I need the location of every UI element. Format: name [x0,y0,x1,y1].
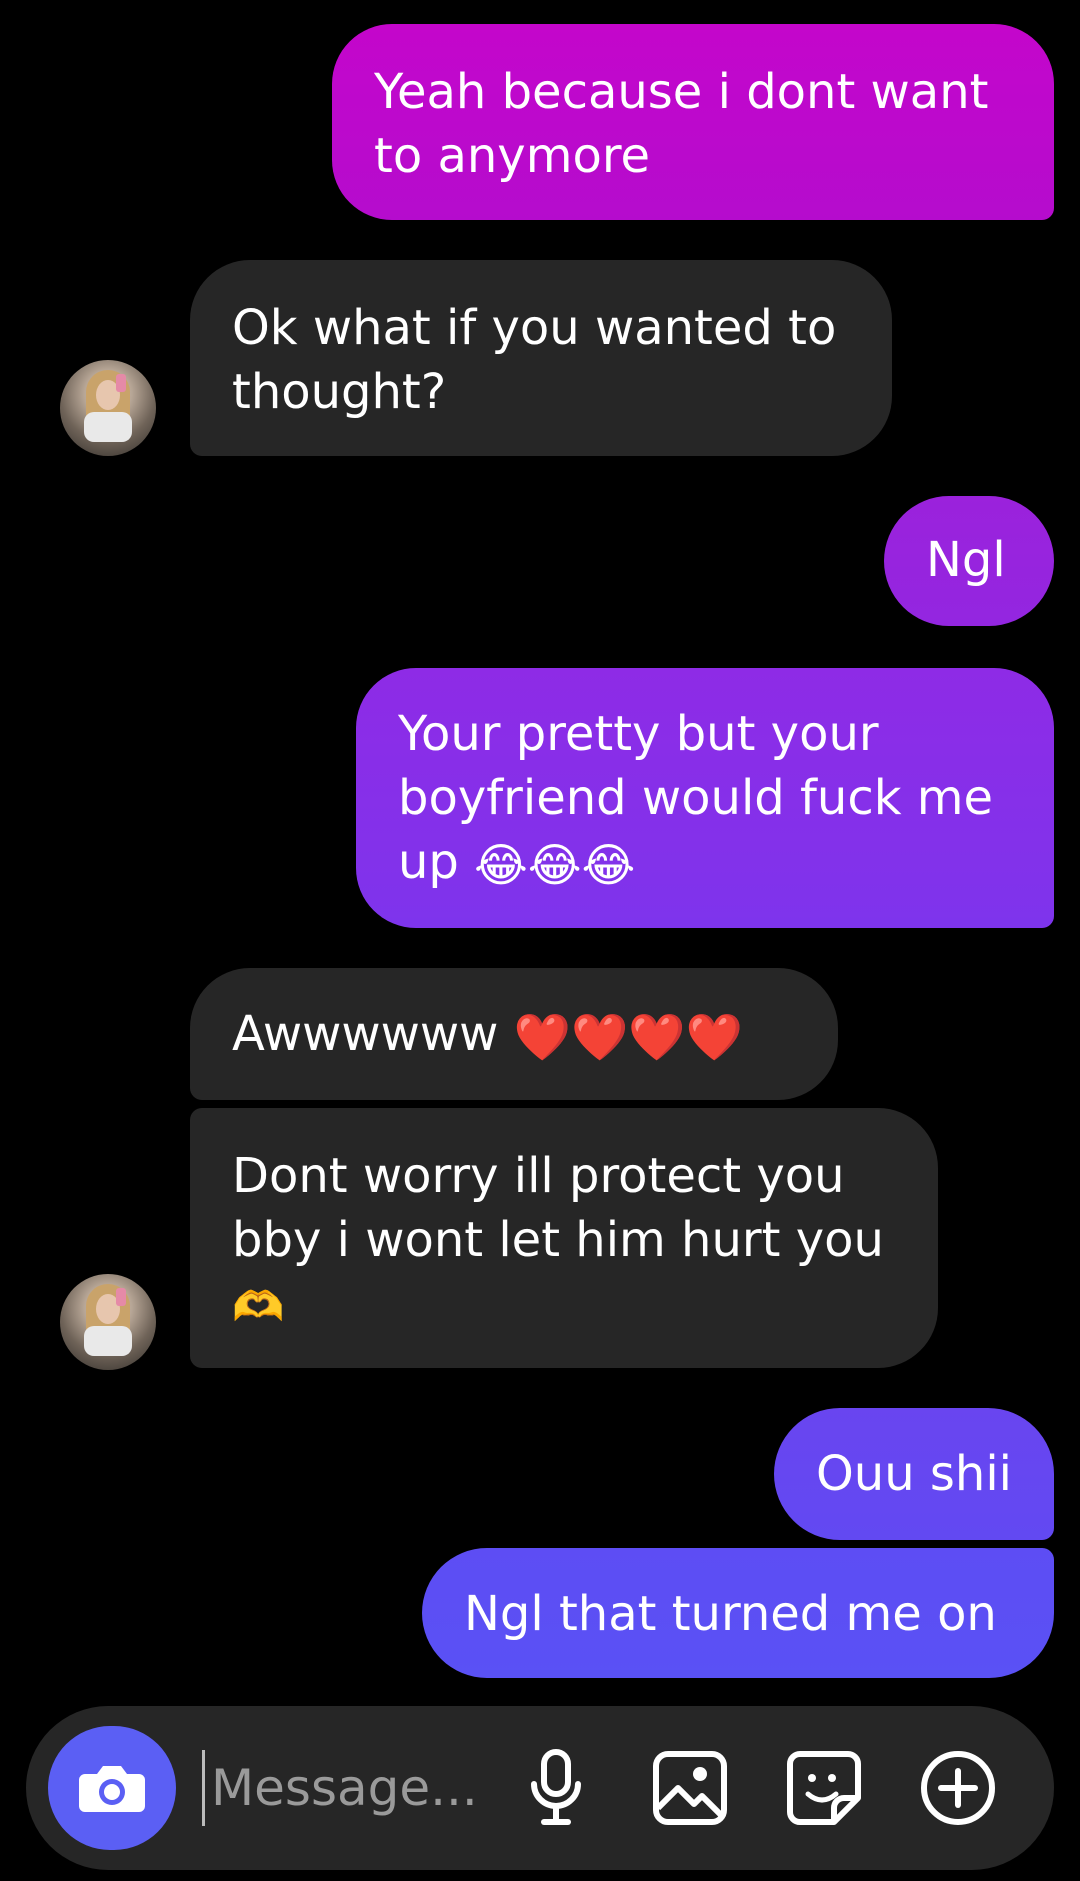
message-input[interactable] [202,1750,511,1826]
sticker-button[interactable] [784,1748,864,1828]
microphone-button[interactable] [516,1748,596,1828]
message-bubble-incoming[interactable]: Awwwwww ❤️❤️❤️❤️ [190,968,838,1100]
gallery-icon [653,1751,727,1825]
avatar[interactable] [60,1274,156,1370]
message-bubble-outgoing[interactable]: Ouu shii [774,1408,1054,1540]
message-bubble-outgoing[interactable]: Ngl [884,496,1054,626]
gallery-button[interactable] [650,1748,730,1828]
message-text: Ok what if you wanted to thought? [232,300,837,420]
message-bubble-outgoing[interactable]: Yeah because i dont want to anymore [332,24,1054,220]
message-text: Ngl [926,532,1006,588]
plus-icon [921,1751,995,1825]
message-text: Ouu shii [816,1446,1012,1502]
sticker-icon [787,1751,861,1825]
message-bubble-outgoing[interactable]: Your pretty but your boyfriend would fuc… [356,668,1054,928]
message-text: Dont worry ill protect you bby i wont le… [232,1148,884,1268]
camera-icon [79,1766,145,1812]
plus-button[interactable] [918,1748,998,1828]
microphone-icon [531,1749,581,1825]
message-text: Yeah because i dont want to anymore [374,64,989,184]
message-text: Awwwwww [232,1006,499,1062]
avatar[interactable] [60,360,156,456]
message-bubble-outgoing[interactable]: Ngl that turned me on [422,1548,1054,1678]
heart-hands-emoji: 🫶 [232,1282,285,1331]
message-text: Ngl that turned me on [464,1586,997,1642]
message-bubble-incoming[interactable]: Ok what if you wanted to thought? [190,260,892,456]
red-heart-emoji: ❤️❤️❤️❤️ [513,1010,743,1064]
message-bubble-incoming[interactable]: Dont worry ill protect you bby i wont le… [190,1108,938,1368]
message-composer [26,1706,1054,1870]
camera-button[interactable] [48,1726,176,1850]
tears-of-joy-emoji: 😂😂😂 [474,838,636,892]
